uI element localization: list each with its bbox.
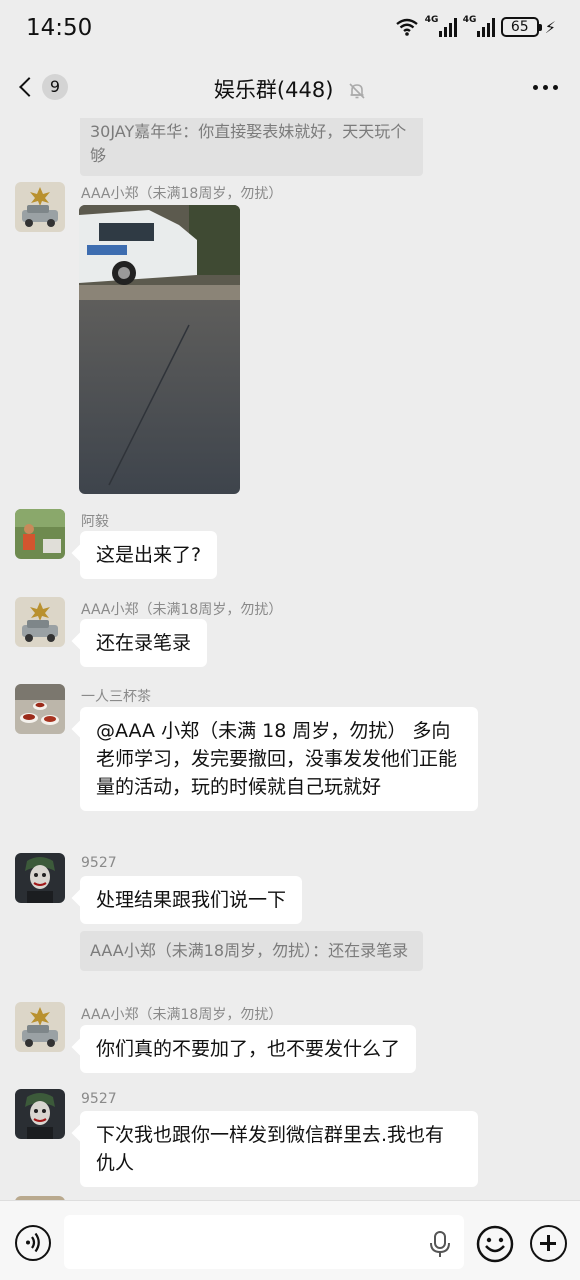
message-bubble[interactable]: 这是出来了? — [80, 531, 218, 579]
message-bubble[interactable]: 你们真的不要加了，也不要发什么了 — [80, 1025, 417, 1073]
sender-name: 9527 — [81, 1091, 117, 1107]
charging-icon: ⚡ — [544, 17, 556, 37]
battery-icon: 65 — [500, 17, 542, 37]
message-input[interactable] — [64, 1215, 464, 1269]
avatar-joker-icon — [15, 853, 65, 903]
muted-bell-icon — [349, 83, 365, 99]
sender-name: 阿毅 — [81, 514, 109, 530]
message-bubble[interactable]: 处理结果跟我们说一下 — [80, 876, 303, 924]
voice-wave-icon — [26, 1232, 40, 1253]
more-options-button[interactable] — [533, 85, 558, 90]
sender-name: 一人三杯茶 — [81, 689, 151, 705]
signal-icon-2: 4G — [462, 15, 495, 37]
dot-icon — [543, 85, 548, 90]
network-type-1: 4G — [424, 15, 439, 25]
avatar[interactable] — [15, 1089, 65, 1139]
image-message[interactable] — [79, 205, 240, 494]
network-type-2: 4G — [462, 15, 477, 25]
sender-name: 9527 — [81, 855, 117, 871]
dot-icon — [553, 85, 558, 90]
sender-name: AAA小郑（未满18周岁，勿扰） — [81, 602, 283, 618]
chat-title: 娱乐群(448) — [213, 78, 334, 102]
wifi-icon — [396, 18, 418, 36]
avatar[interactable] — [15, 182, 65, 232]
avatar[interactable] — [15, 853, 65, 903]
sender-name: AAA小郑（未满18周岁，勿扰） — [81, 1007, 283, 1023]
avatar-car-icon — [15, 182, 65, 232]
quoted-reply: 30JAY嘉年华：你直接娶表妹就好，天天玩个够 — [80, 118, 423, 176]
emoji-button[interactable] — [476, 1225, 514, 1263]
message-bubble[interactable]: 下次我也跟你一样发到微信群里去.我也有仇人 — [80, 1111, 478, 1187]
chat-header: 9 娱乐群(448) — [0, 60, 580, 118]
quoted-reply[interactable]: AAA小郑（未满18周岁，勿扰）：还在录笔录 — [80, 931, 423, 971]
input-bar — [0, 1200, 580, 1280]
message-bubble[interactable]: @AAA 小郑（未满 18 周岁，勿扰） 多向老师学习，发完要撤回，没事发发他们… — [80, 707, 478, 811]
avatar-joker-icon — [15, 1089, 65, 1139]
avatar-car-icon — [15, 597, 65, 647]
voice-input-button[interactable] — [15, 1225, 51, 1261]
avatar[interactable] — [15, 509, 65, 559]
avatar[interactable] — [15, 597, 65, 647]
avatar[interactable] — [15, 684, 65, 734]
avatar-person-icon — [15, 509, 65, 559]
avatar-car-icon — [15, 1002, 65, 1052]
signal-icon-1: 4G — [424, 15, 457, 37]
photo-police-car — [79, 205, 240, 494]
dot-icon — [533, 85, 538, 90]
more-functions-button[interactable] — [530, 1225, 567, 1262]
status-time: 14:50 — [26, 15, 93, 41]
sender-name: AAA小郑（未满18周岁，勿扰） — [81, 186, 283, 202]
chat-title-wrap: 娱乐群(448) — [0, 74, 580, 104]
chat-message-list[interactable]: 30JAY嘉年华：你直接娶表妹就好，天天玩个够 AAA小郑（未满18周岁，勿扰） — [0, 118, 580, 1200]
status-icons: 4G 4G 65 ⚡ — [395, 15, 556, 37]
status-bar: 14:50 4G 4G 65 ⚡ — [0, 0, 580, 60]
microphone-icon[interactable] — [428, 1231, 452, 1259]
avatar[interactable] — [15, 1002, 65, 1052]
message-bubble[interactable]: 还在录笔录 — [80, 619, 208, 667]
avatar-tea-icon — [15, 684, 65, 734]
